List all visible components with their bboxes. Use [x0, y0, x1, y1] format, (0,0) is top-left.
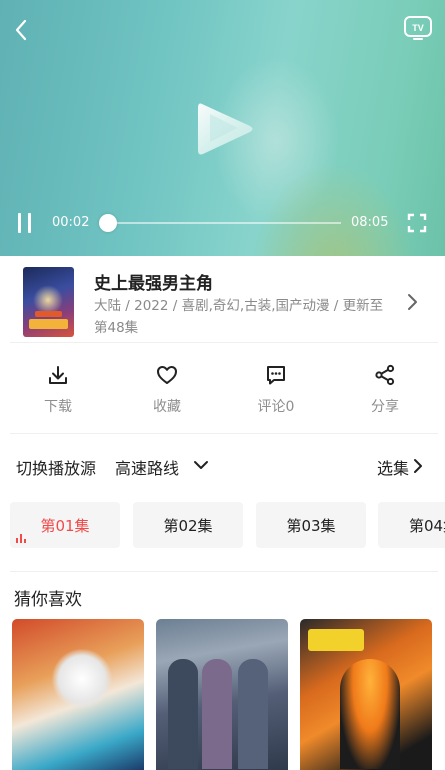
play-logo-icon: [198, 103, 253, 155]
share-button[interactable]: 分享: [345, 360, 425, 420]
recommend-card-2[interactable]: [156, 619, 288, 770]
fullscreen-button[interactable]: [407, 213, 427, 233]
action-bar: 下载 收藏 评论0 分享: [0, 350, 445, 430]
favorite-label: 收藏: [153, 399, 181, 415]
divider: [10, 571, 438, 572]
total-time: 08:05: [351, 215, 389, 230]
card-thumbnail: [340, 659, 400, 769]
episode-label: 第03集: [286, 516, 336, 535]
recommend-card-1[interactable]: [12, 619, 144, 770]
card-thumbnail: [52, 649, 112, 709]
episode-list: 第01集 第02集 第03集 第04集: [0, 502, 445, 548]
episode-item-3[interactable]: 第03集: [256, 502, 366, 548]
tv-icon: TV: [404, 16, 432, 40]
episode-label: 第02集: [163, 516, 213, 535]
download-icon: [49, 366, 67, 384]
chevron-down-icon[interactable]: [193, 459, 209, 471]
divider: [10, 342, 438, 343]
download-label: 下载: [44, 399, 72, 415]
heart-icon: [157, 366, 177, 384]
episode-item-4[interactable]: 第04集: [378, 502, 445, 548]
video-player[interactable]: TV 00:02 08:05: [0, 0, 445, 256]
episode-item-2[interactable]: 第02集: [133, 502, 243, 548]
progress-bar[interactable]: [98, 214, 341, 232]
comment-icon: [267, 366, 285, 385]
playing-bars-icon: [16, 533, 26, 543]
switch-source-label: 切换播放源: [16, 459, 97, 478]
comment-button[interactable]: 评论0: [236, 360, 316, 420]
download-button[interactable]: 下载: [18, 360, 98, 420]
show-meta: 大陆 / 2022 / 喜剧,奇幻,古装,国产动漫 / 更新至第48集: [94, 298, 384, 336]
chevron-left-icon: [15, 19, 27, 41]
chevron-right-icon[interactable]: [405, 292, 419, 312]
favorite-button[interactable]: 收藏: [127, 360, 207, 420]
svg-text:TV: TV: [412, 23, 424, 33]
recommend-card-3[interactable]: [300, 619, 432, 770]
comment-label: 评论0: [257, 399, 295, 415]
back-button[interactable]: [8, 14, 34, 46]
share-label: 分享: [371, 399, 399, 415]
show-poster: [23, 267, 74, 337]
episodes-link[interactable]: 选集: [377, 455, 409, 479]
tv-cast-button[interactable]: TV: [403, 14, 433, 42]
show-title: 史上最强男主角: [94, 274, 213, 294]
share-icon: [375, 364, 395, 386]
source-dropdown[interactable]: 高速路线: [115, 455, 179, 479]
current-time: 00:02: [52, 215, 90, 230]
episode-label: 第01集: [40, 516, 90, 535]
recommend-title: 猜你喜欢: [14, 590, 82, 610]
show-info[interactable]: 史上最强男主角 大陆 / 2022 / 喜剧,奇幻,古装,国产动漫 / 更新至第…: [0, 256, 445, 342]
fullscreen-icon: [407, 213, 427, 233]
episode-label: 第04集: [409, 516, 445, 535]
card-thumbnail: [168, 659, 198, 769]
episode-item-1[interactable]: 第01集: [10, 502, 120, 548]
progress-knob[interactable]: [98, 214, 117, 232]
player-controls: 00:02 08:05: [0, 205, 445, 241]
source-row: 切换播放源 高速路线 选集: [0, 445, 445, 485]
chevron-right-icon[interactable]: [413, 458, 423, 474]
pause-button[interactable]: [14, 211, 36, 235]
divider: [10, 433, 438, 434]
